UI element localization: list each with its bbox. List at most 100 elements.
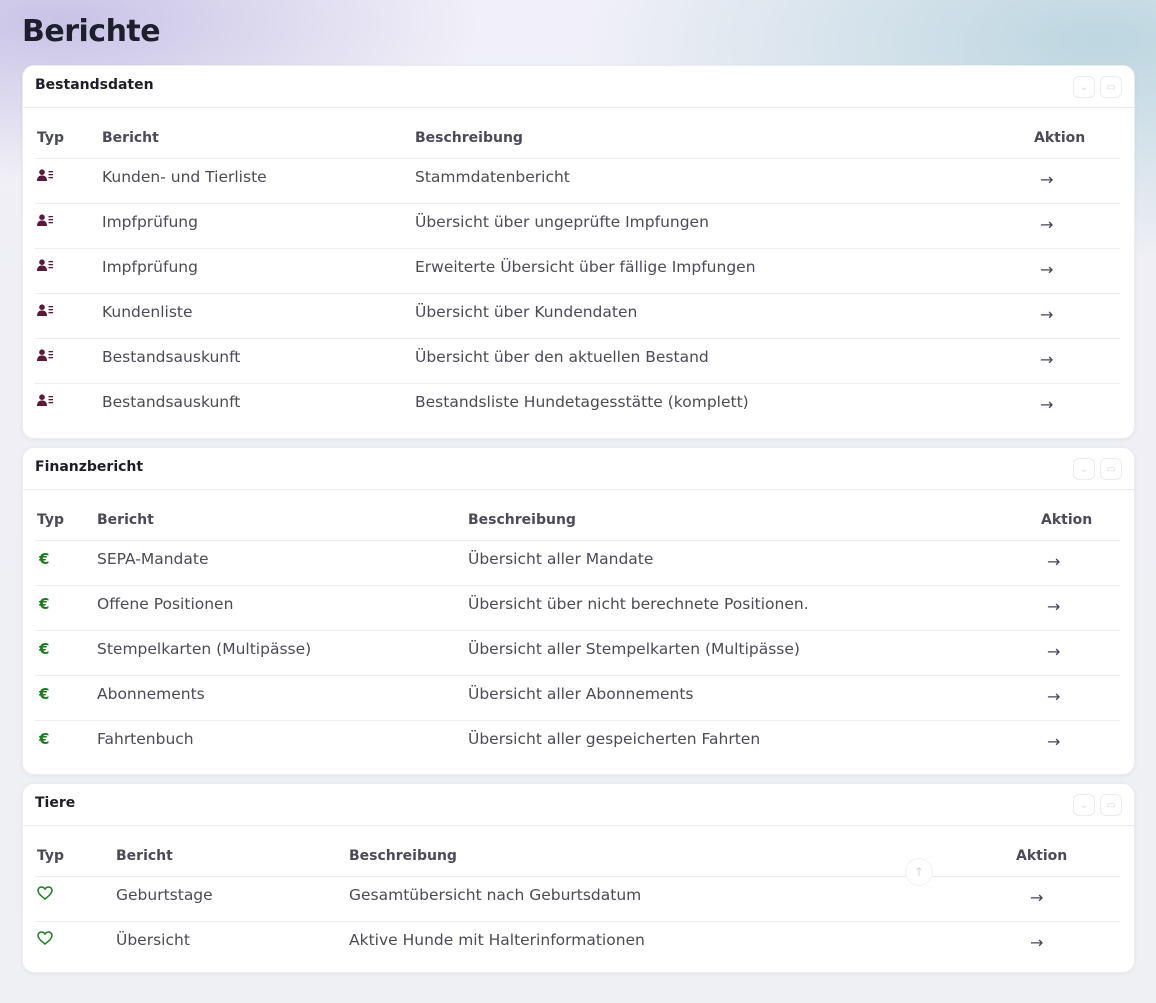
page-title: Berichte bbox=[22, 14, 161, 49]
report-description: Übersicht aller Stempelkarten (Multipäss… bbox=[466, 630, 1039, 676]
table-header-row: Typ Bericht Beschreibung Aktion bbox=[35, 499, 1120, 541]
open-report-arrow-icon[interactable]: → bbox=[1034, 395, 1053, 414]
action-cell: → bbox=[1032, 293, 1120, 339]
person-list-icon bbox=[37, 168, 54, 181]
report-name: Impfprüfung bbox=[100, 248, 413, 294]
open-report-arrow-icon[interactable]: → bbox=[1041, 597, 1060, 616]
open-report-arrow-icon[interactable]: → bbox=[1016, 933, 1043, 952]
table-row: Übersicht Aktive Hunde mit Halterinformat… bbox=[35, 922, 1120, 967]
action-cell: → bbox=[1014, 876, 1120, 922]
section-card-bestandsdaten: Bestandsdaten ⌄ ▭ Typ Bericht Beschreibu… bbox=[22, 65, 1135, 439]
open-report-arrow-icon[interactable]: → bbox=[1034, 305, 1053, 324]
report-name: Geburtstage bbox=[114, 876, 347, 922]
report-description: Stammdatenbericht bbox=[413, 158, 1032, 204]
report-description: Übersicht aller gespeicherten Fahrten bbox=[468, 730, 761, 748]
type-cell: € bbox=[35, 585, 95, 631]
type-cell: € bbox=[35, 675, 95, 721]
action-cell: → bbox=[1039, 721, 1120, 766]
collapse-button[interactable]: ⌄ bbox=[1073, 458, 1095, 480]
table-row: Kundenliste Übersicht über Kundendaten → bbox=[35, 293, 1120, 339]
chevron-down-icon: ⌄ bbox=[1079, 463, 1089, 475]
action-cell: → bbox=[1032, 338, 1120, 384]
type-cell: € bbox=[35, 721, 95, 766]
person-list-icon bbox=[37, 303, 54, 316]
section-title: Bestandsdaten bbox=[35, 77, 154, 93]
report-name: Übersicht bbox=[116, 931, 190, 949]
action-cell: → bbox=[1032, 384, 1120, 429]
table-row: Geburtstage Gesamtübersicht nach Geburtsd… bbox=[35, 876, 1120, 922]
report-name: Fahrtenbuch bbox=[97, 730, 194, 748]
type-cell bbox=[35, 922, 114, 967]
report-description: Übersicht über ungeprüfte Impfungen bbox=[413, 203, 1032, 249]
section-card-finanzbericht: Finanzbericht ⌄ ▭ Typ Bericht Beschreibu… bbox=[22, 447, 1135, 775]
print-button[interactable]: ▭ bbox=[1100, 458, 1122, 480]
table-row: Impfprüfung Übersicht über ungeprüfte Imp… bbox=[35, 203, 1120, 249]
column-header-beschreibung: Beschreibung bbox=[466, 499, 1039, 541]
report-description: Bestandsliste Hundetagesstätte (komplett… bbox=[415, 393, 749, 411]
section-header: Finanzbericht ⌄ ▭ bbox=[23, 448, 1134, 490]
report-description: Übersicht über Kundendaten bbox=[413, 293, 1032, 339]
action-cell: → bbox=[1039, 675, 1120, 721]
print-icon: ▭ bbox=[1106, 81, 1116, 93]
column-header-aktion: Aktion bbox=[1014, 835, 1120, 877]
table-row: € Abonnements Übersicht aller Abonnements → bbox=[35, 675, 1120, 721]
print-button[interactable]: ▭ bbox=[1100, 76, 1122, 98]
report-name: Bestandsauskunft bbox=[100, 338, 413, 384]
type-cell bbox=[35, 876, 114, 922]
report-description: Aktive Hunde mit Halterinformationen bbox=[349, 931, 645, 949]
column-header-beschreibung: Beschreibung bbox=[413, 117, 1032, 159]
column-header-aktion: Aktion bbox=[1032, 117, 1120, 159]
table-row: € Stempelkarten (Multipässe) Übersicht all… bbox=[35, 630, 1120, 676]
arrow-up-icon: ↑ bbox=[913, 865, 925, 879]
open-report-arrow-icon[interactable]: → bbox=[1034, 215, 1053, 234]
open-report-arrow-icon[interactable]: → bbox=[1016, 888, 1043, 907]
open-report-arrow-icon[interactable]: → bbox=[1034, 350, 1053, 369]
table-row: Bestandsauskunft Bestandsliste Hundetages… bbox=[35, 384, 1120, 429]
euro-icon: € bbox=[39, 640, 50, 658]
action-cell: → bbox=[1039, 585, 1120, 631]
type-cell bbox=[35, 203, 100, 249]
column-header-typ: Typ bbox=[35, 117, 100, 159]
section-title: Tiere bbox=[35, 795, 76, 811]
open-report-arrow-icon[interactable]: → bbox=[1041, 687, 1060, 706]
column-header-typ: Typ bbox=[35, 499, 95, 541]
table-row: € Offene Positionen Übersicht über nicht b… bbox=[35, 585, 1120, 631]
open-report-arrow-icon[interactable]: → bbox=[1034, 170, 1053, 189]
report-description: Erweiterte Übersicht über fällige Impfun… bbox=[413, 248, 1032, 294]
section-card-tiere: Tiere ⌄ ▭ Typ Bericht Beschreibung Aktio… bbox=[22, 783, 1135, 973]
euro-icon: € bbox=[39, 550, 50, 568]
report-name: Kundenliste bbox=[100, 293, 413, 339]
report-description: Übersicht aller Mandate bbox=[466, 540, 1039, 586]
report-table: Typ Bericht Beschreibung Aktion Geburtst… bbox=[35, 835, 1120, 967]
print-icon: ▭ bbox=[1106, 463, 1116, 475]
type-cell bbox=[35, 248, 100, 294]
report-description: Übersicht aller Abonnements bbox=[466, 675, 1039, 721]
chevron-down-icon: ⌄ bbox=[1079, 81, 1089, 93]
person-list-icon bbox=[37, 258, 54, 271]
type-cell bbox=[35, 293, 100, 339]
report-name: Kunden- und Tierliste bbox=[100, 158, 413, 204]
table-row: Bestandsauskunft Übersicht über den aktue… bbox=[35, 338, 1120, 384]
type-cell: € bbox=[35, 540, 95, 586]
column-header-bericht: Bericht bbox=[95, 499, 466, 541]
collapse-button[interactable]: ⌄ bbox=[1073, 76, 1095, 98]
open-report-arrow-icon[interactable]: → bbox=[1041, 552, 1060, 571]
type-cell bbox=[35, 384, 100, 429]
table-row: Kunden- und Tierliste Stammdatenbericht → bbox=[35, 158, 1120, 204]
open-report-arrow-icon[interactable]: → bbox=[1034, 260, 1053, 279]
open-report-arrow-icon[interactable]: → bbox=[1041, 642, 1060, 661]
euro-icon: € bbox=[39, 595, 50, 613]
collapse-button[interactable]: ⌄ bbox=[1073, 794, 1095, 816]
print-button[interactable]: ▭ bbox=[1100, 794, 1122, 816]
chevron-down-icon: ⌄ bbox=[1079, 799, 1089, 811]
scroll-to-top-button[interactable]: ↑ bbox=[905, 858, 933, 886]
open-report-arrow-icon[interactable]: → bbox=[1041, 732, 1060, 751]
table-row: € SEPA-Mandate Übersicht aller Mandate → bbox=[35, 540, 1120, 586]
column-header-bericht: Bericht bbox=[100, 117, 413, 159]
section-title: Finanzbericht bbox=[35, 459, 144, 475]
column-header-bericht: Bericht bbox=[114, 835, 347, 877]
table-header-row: Typ Bericht Beschreibung Aktion bbox=[35, 117, 1120, 159]
report-name: Impfprüfung bbox=[100, 203, 413, 249]
report-description: Übersicht über den aktuellen Bestand bbox=[413, 338, 1032, 384]
table-header-row: Typ Bericht Beschreibung Aktion bbox=[35, 835, 1120, 877]
